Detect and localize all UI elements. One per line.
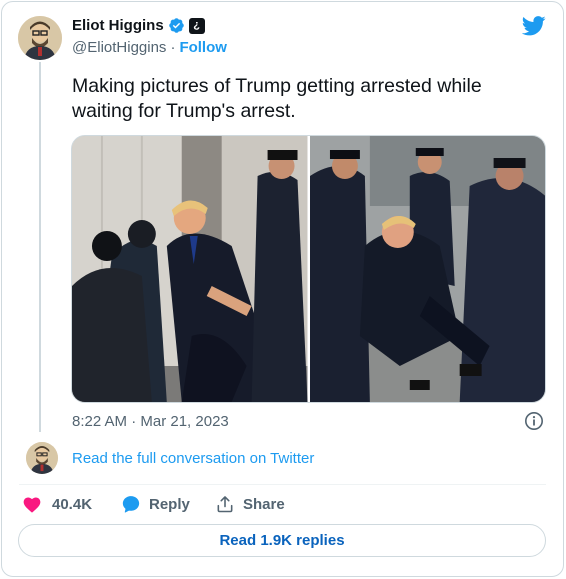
tweet-timestamp[interactable]: 8:22 AM · Mar 21, 2023	[72, 413, 229, 430]
thread-connector-line	[39, 62, 41, 432]
author-handle-row: @EliotHiggins · Follow	[72, 39, 227, 56]
twitter-bird-icon[interactable]	[521, 16, 546, 36]
follow-link[interactable]: Follow	[179, 39, 227, 56]
heart-icon	[22, 495, 42, 513]
tweet-media-grid[interactable]	[71, 135, 546, 403]
read-replies-button[interactable]: Read 1.9K replies	[18, 524, 546, 557]
tweet-text: Making pictures of Trump getting arreste…	[72, 75, 482, 122]
media-image-right[interactable]	[309, 136, 545, 402]
share-button[interactable]: Share	[215, 494, 285, 514]
like-count: 40.4K	[52, 495, 93, 513]
info-icon[interactable]	[524, 411, 544, 431]
verified-badge-icon	[168, 17, 185, 34]
affiliate-label-badge: ¿	[188, 17, 205, 34]
media-image-left[interactable]	[72, 136, 308, 402]
author-avatar[interactable]	[18, 16, 62, 60]
like-button[interactable]: 40.4K	[22, 495, 92, 513]
author-display-name[interactable]: Eliot Higgins	[72, 17, 164, 34]
reply-bubble-icon	[121, 494, 141, 514]
read-conversation-link[interactable]: Read the full conversation on Twitter	[72, 450, 314, 467]
author-avatar-small[interactable]	[26, 442, 58, 474]
reply-label: Reply	[149, 495, 190, 513]
reply-button[interactable]: Reply	[121, 494, 190, 514]
actions-divider	[19, 484, 546, 485]
tweet-actions-bar: 40.4K Reply Share	[22, 494, 285, 514]
share-label: Share	[243, 495, 285, 513]
share-icon	[215, 494, 235, 514]
author-name-row: Eliot Higgins ¿	[72, 17, 205, 34]
separator-dot: ·	[170, 39, 176, 56]
author-handle[interactable]: @EliotHiggins	[72, 39, 166, 56]
